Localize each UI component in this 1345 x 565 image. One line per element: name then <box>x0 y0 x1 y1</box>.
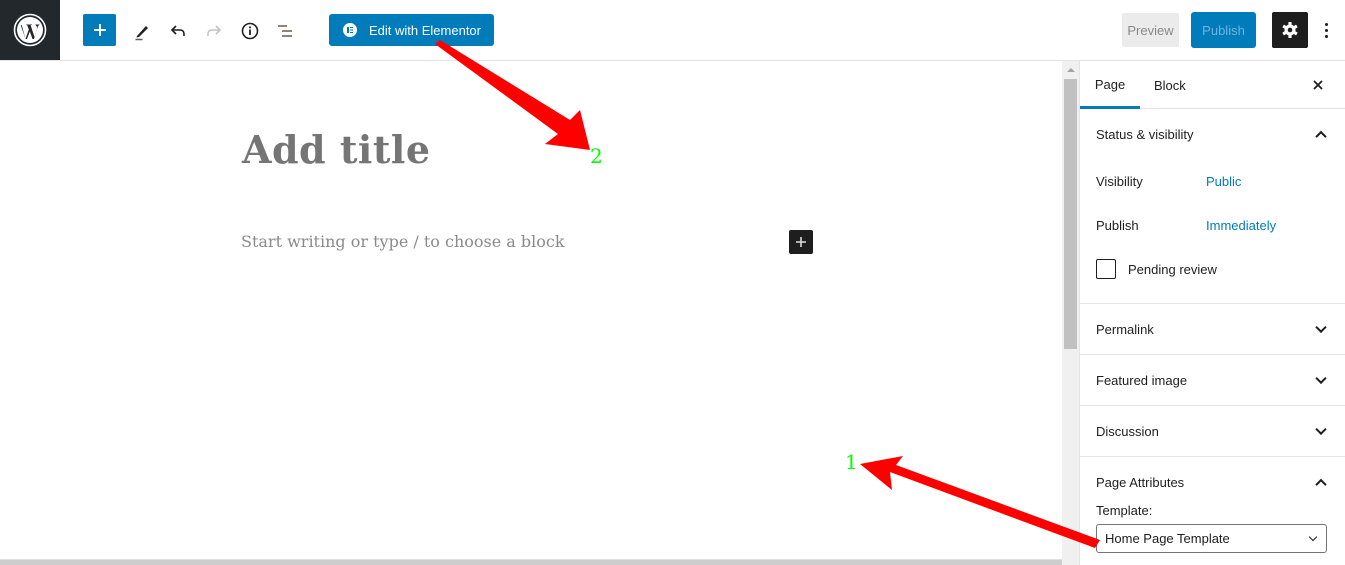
panel-permalink: Permalink <box>1080 304 1345 355</box>
panel-page-attributes-toggle[interactable]: Page Attributes <box>1080 457 1345 507</box>
template-select[interactable]: Home Page Template <box>1096 524 1327 553</box>
scrollbar-thumb[interactable] <box>1064 79 1077 349</box>
plus-icon <box>796 237 806 247</box>
panel-discussion: Discussion <box>1080 406 1345 457</box>
annotation-label-1: 1 <box>845 450 858 474</box>
panel-discussion-toggle[interactable]: Discussion <box>1080 406 1345 456</box>
pending-review-checkbox[interactable] <box>1096 259 1116 279</box>
settings-sidebar: Page Block Status & visibility Visibilit… <box>1079 61 1345 565</box>
pending-review-label[interactable]: Pending review <box>1128 262 1217 277</box>
redo-button[interactable] <box>197 14 230 47</box>
panel-status-visibility: Status & visibility Visibility Public Pu… <box>1080 109 1345 304</box>
scroll-up-arrow-icon[interactable] <box>1067 68 1075 72</box>
settings-button[interactable] <box>1272 12 1308 48</box>
chevron-down-icon <box>1315 372 1327 385</box>
visibility-label: Visibility <box>1096 173 1143 189</box>
wordpress-icon <box>13 13 47 47</box>
editor-canvas: Add title Start writing or type / to cho… <box>0 61 1063 565</box>
tools-button[interactable] <box>125 14 158 47</box>
panel-featured-image-toggle[interactable]: Featured image <box>1080 355 1345 405</box>
chevron-down-icon <box>1315 423 1327 436</box>
tab-block[interactable]: Block <box>1154 61 1186 109</box>
vertical-scrollbar[interactable] <box>1062 61 1079 565</box>
block-appender-input[interactable]: Start writing or type / to choose a bloc… <box>241 232 565 251</box>
list-view-icon <box>277 24 292 37</box>
chevron-up-icon <box>1315 478 1327 491</box>
info-icon <box>241 22 258 39</box>
undo-button[interactable] <box>161 14 194 47</box>
outline-button[interactable] <box>269 14 302 47</box>
horizontal-scrollbar[interactable] <box>0 559 1063 565</box>
vertical-ellipsis-icon <box>1324 22 1328 26</box>
add-block-button[interactable] <box>83 14 116 46</box>
publish-date-link[interactable]: Immediately <box>1206 218 1276 233</box>
panel-status-visibility-toggle[interactable]: Status & visibility <box>1080 109 1345 159</box>
publish-row: Publish Immediately <box>1080 203 1345 247</box>
gear-icon <box>1282 22 1298 38</box>
panel-featured-image: Featured image <box>1080 355 1345 406</box>
edit-with-elementor-button[interactable]: Edit with Elementor <box>329 14 494 46</box>
template-select-value: Home Page Template <box>1105 531 1230 546</box>
editor-toolbar: Edit with Elementor Preview Publish <box>0 0 1345 61</box>
pencil-icon <box>135 25 148 40</box>
annotation-label-2: 2 <box>590 144 603 168</box>
visibility-row: Visibility Public <box>1080 159 1345 203</box>
chevron-up-icon <box>1315 130 1327 143</box>
details-button[interactable] <box>233 14 266 47</box>
publish-button[interactable]: Publish <box>1191 12 1256 48</box>
redo-icon <box>206 24 221 36</box>
preview-button[interactable]: Preview <box>1122 13 1179 47</box>
chevron-down-icon <box>1315 321 1327 334</box>
chevron-down-icon <box>1308 532 1318 542</box>
visibility-value-link[interactable]: Public <box>1206 174 1241 189</box>
post-title-input[interactable]: Add title <box>242 127 431 172</box>
edit-with-elementor-label: Edit with Elementor <box>369 22 481 38</box>
publish-label: Publish <box>1096 217 1139 233</box>
sidebar-tabs: Page Block <box>1080 61 1345 109</box>
close-sidebar-button[interactable] <box>1306 73 1330 97</box>
panel-permalink-toggle[interactable]: Permalink <box>1080 304 1345 354</box>
panel-title: Permalink <box>1096 321 1154 337</box>
more-options-button[interactable] <box>1316 14 1336 46</box>
undo-icon <box>170 24 185 36</box>
panel-title: Page Attributes <box>1096 474 1185 490</box>
close-icon <box>1313 80 1323 90</box>
elementor-icon <box>343 23 357 37</box>
pending-review-row: Pending review <box>1080 247 1345 291</box>
panel-title: Discussion <box>1096 423 1159 439</box>
panel-title: Status & visibility <box>1096 126 1194 142</box>
inline-add-block-button[interactable] <box>789 230 813 254</box>
wordpress-logo[interactable] <box>0 0 60 60</box>
panel-page-attributes: Page Attributes Template: Home Page Temp… <box>1080 457 1345 553</box>
panel-title: Featured image <box>1096 372 1188 388</box>
plus-icon <box>93 24 106 36</box>
tab-page[interactable]: Page <box>1080 61 1140 109</box>
